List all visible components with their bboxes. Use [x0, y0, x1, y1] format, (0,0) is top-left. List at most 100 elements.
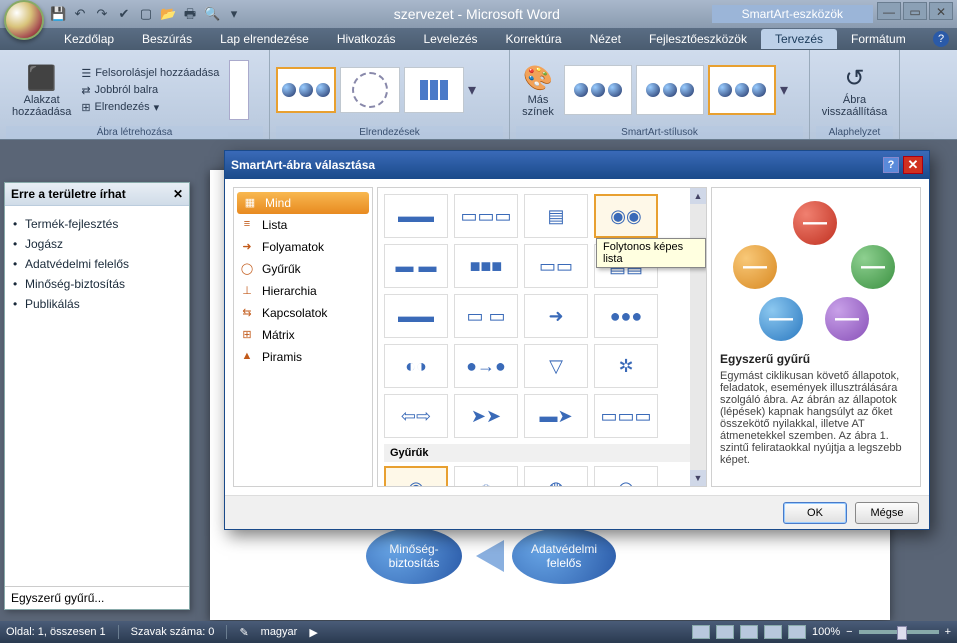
- textpane-close-icon[interactable]: ✕: [173, 187, 183, 201]
- layout-option-1[interactable]: [276, 67, 336, 113]
- dialog-close-button[interactable]: ✕: [903, 156, 923, 174]
- textpane-item[interactable]: Minőség-biztosítás: [11, 274, 183, 294]
- textpane-toggle[interactable]: [229, 60, 249, 120]
- gallery-item[interactable]: ●●●: [594, 294, 658, 338]
- save-icon[interactable]: 💾: [50, 6, 66, 22]
- ok-button[interactable]: OK: [783, 502, 847, 524]
- view-fullscreen-button[interactable]: [716, 625, 734, 639]
- gallery-item[interactable]: ▬▬: [384, 294, 448, 338]
- status-language[interactable]: magyar: [261, 626, 298, 638]
- cancel-button[interactable]: Mégse: [855, 502, 919, 524]
- textpane-item[interactable]: Adatvédelmi felelős: [11, 254, 183, 274]
- undo-icon[interactable]: ↶: [72, 6, 88, 22]
- category-hierarchy[interactable]: ⊥Hierarchia: [234, 280, 372, 302]
- category-pyramid[interactable]: ▲Piramis: [234, 346, 372, 368]
- scroll-down-icon[interactable]: ▼: [690, 470, 706, 486]
- maximize-button[interactable]: ▭: [903, 2, 927, 20]
- tab-mailings[interactable]: Levelezés: [410, 29, 492, 49]
- layout-option-3[interactable]: [404, 67, 464, 113]
- tab-review[interactable]: Korrektúra: [492, 29, 576, 49]
- smartart-node-quality[interactable]: Minőség- biztosítás: [366, 528, 462, 584]
- gallery-item[interactable]: ➤➤: [454, 394, 518, 438]
- view-printlayout-button[interactable]: [692, 625, 710, 639]
- gallery-item[interactable]: ▬➤: [524, 394, 588, 438]
- gallery-item[interactable]: ▬ ▬: [384, 244, 448, 288]
- print-icon[interactable]: 🖶: [182, 6, 198, 22]
- gallery-item[interactable]: ●→●: [454, 344, 518, 388]
- status-page[interactable]: Oldal: 1, összesen 1: [6, 626, 106, 638]
- spellcheck-icon[interactable]: ✔: [116, 6, 132, 22]
- gallery-item[interactable]: ⇦⇨: [384, 394, 448, 438]
- gallery-item[interactable]: ◎: [594, 466, 658, 487]
- zoom-out-icon[interactable]: −: [846, 626, 852, 638]
- category-matrix[interactable]: ⊞Mátrix: [234, 324, 372, 346]
- gallery-scrollbar[interactable]: ▲ ▼: [690, 188, 706, 486]
- textpane-item[interactable]: Jogász: [11, 234, 183, 254]
- view-draft-button[interactable]: [788, 625, 806, 639]
- textpane-item[interactable]: Termék-fejlesztés: [11, 214, 183, 234]
- window-title: szervezet - Microsoft Word: [242, 6, 712, 22]
- gallery-item[interactable]: ▭▭▭: [454, 194, 518, 238]
- tab-format[interactable]: Formátum: [837, 29, 920, 49]
- minimize-button[interactable]: —: [877, 2, 901, 20]
- gallery-item[interactable]: ➜: [524, 294, 588, 338]
- gallery-item[interactable]: ■■■: [454, 244, 518, 288]
- tab-design[interactable]: Tervezés: [761, 29, 837, 49]
- status-words[interactable]: Szavak száma: 0: [131, 626, 215, 638]
- category-cycle[interactable]: ◯Gyűrűk: [234, 258, 372, 280]
- layouts-more-icon[interactable]: ▾: [468, 80, 482, 100]
- qat-dropdown-icon[interactable]: ▾: [226, 6, 242, 22]
- view-outline-button[interactable]: [764, 625, 782, 639]
- view-web-button[interactable]: [740, 625, 758, 639]
- gallery-item[interactable]: ✲: [594, 344, 658, 388]
- zoom-in-icon[interactable]: +: [945, 626, 951, 638]
- gallery-item[interactable]: ◌: [454, 466, 518, 487]
- tab-insert[interactable]: Beszúrás: [128, 29, 206, 49]
- gallery-item[interactable]: ◐◑: [384, 344, 448, 388]
- preview-icon[interactable]: 🔍: [204, 6, 220, 22]
- textpane-item[interactable]: Publikálás: [11, 294, 183, 314]
- gallery-item[interactable]: ▭ ▭: [454, 294, 518, 338]
- gallery-item-selected[interactable]: ◉: [384, 466, 448, 487]
- style-option-1[interactable]: [564, 65, 632, 115]
- open-icon[interactable]: 📂: [160, 6, 176, 22]
- category-all[interactable]: ▦Mind: [237, 192, 369, 214]
- gallery-item[interactable]: ▤: [524, 194, 588, 238]
- office-button[interactable]: [4, 0, 44, 40]
- tab-developer[interactable]: Fejlesztőeszközök: [635, 29, 761, 49]
- rtl-button[interactable]: ⇄Jobbról balra: [81, 83, 219, 98]
- tab-references[interactable]: Hivatkozás: [323, 29, 410, 49]
- layout-button[interactable]: ⊞Elrendezés ▾: [81, 100, 219, 115]
- style-option-3[interactable]: [708, 65, 776, 115]
- more-colors-button[interactable]: 🎨 Más színek: [516, 60, 560, 120]
- zoom-level[interactable]: 100%: [812, 626, 840, 638]
- gallery-item[interactable]: ▽: [524, 344, 588, 388]
- dialog-help-icon[interactable]: ?: [883, 157, 899, 173]
- tab-pagelayout[interactable]: Lap elrendezése: [206, 29, 323, 49]
- category-relationship[interactable]: ⇆Kapcsolatok: [234, 302, 372, 324]
- new-doc-icon[interactable]: ▢: [138, 6, 154, 22]
- reset-graphic-button[interactable]: ↺ Ábra visszaállítása: [816, 60, 893, 120]
- close-button[interactable]: ✕: [929, 2, 953, 20]
- tab-view[interactable]: Nézet: [576, 29, 635, 49]
- layout-option-2[interactable]: [340, 67, 400, 113]
- status-macro-icon[interactable]: ▶: [309, 626, 317, 639]
- category-process[interactable]: ➜Folyamatok: [234, 236, 372, 258]
- gallery-item[interactable]: ◍: [524, 466, 588, 487]
- smartart-node-privacy[interactable]: Adatvédelmi felelős: [512, 528, 616, 584]
- gallery-item[interactable]: ▭▭: [524, 244, 588, 288]
- gallery-item[interactable]: ▭▭▭: [594, 394, 658, 438]
- status-proofing-icon[interactable]: ✎: [239, 626, 248, 639]
- scroll-up-icon[interactable]: ▲: [690, 188, 706, 204]
- zoom-slider[interactable]: [859, 630, 939, 634]
- add-bullet-button[interactable]: ☰Felsorolásjel hozzáadása: [81, 66, 219, 81]
- gallery-item-hovered[interactable]: ◉◉: [594, 194, 658, 238]
- redo-icon[interactable]: ↷: [94, 6, 110, 22]
- tab-home[interactable]: Kezdőlap: [50, 29, 128, 49]
- add-shape-button[interactable]: ⬛ Alakzat hozzáadása: [6, 60, 77, 120]
- style-option-2[interactable]: [636, 65, 704, 115]
- gallery-item[interactable]: ▬▬: [384, 194, 448, 238]
- styles-more-icon[interactable]: ▾: [780, 80, 794, 100]
- help-icon[interactable]: ?: [933, 31, 949, 47]
- category-list-type[interactable]: ≡Lista: [234, 214, 372, 236]
